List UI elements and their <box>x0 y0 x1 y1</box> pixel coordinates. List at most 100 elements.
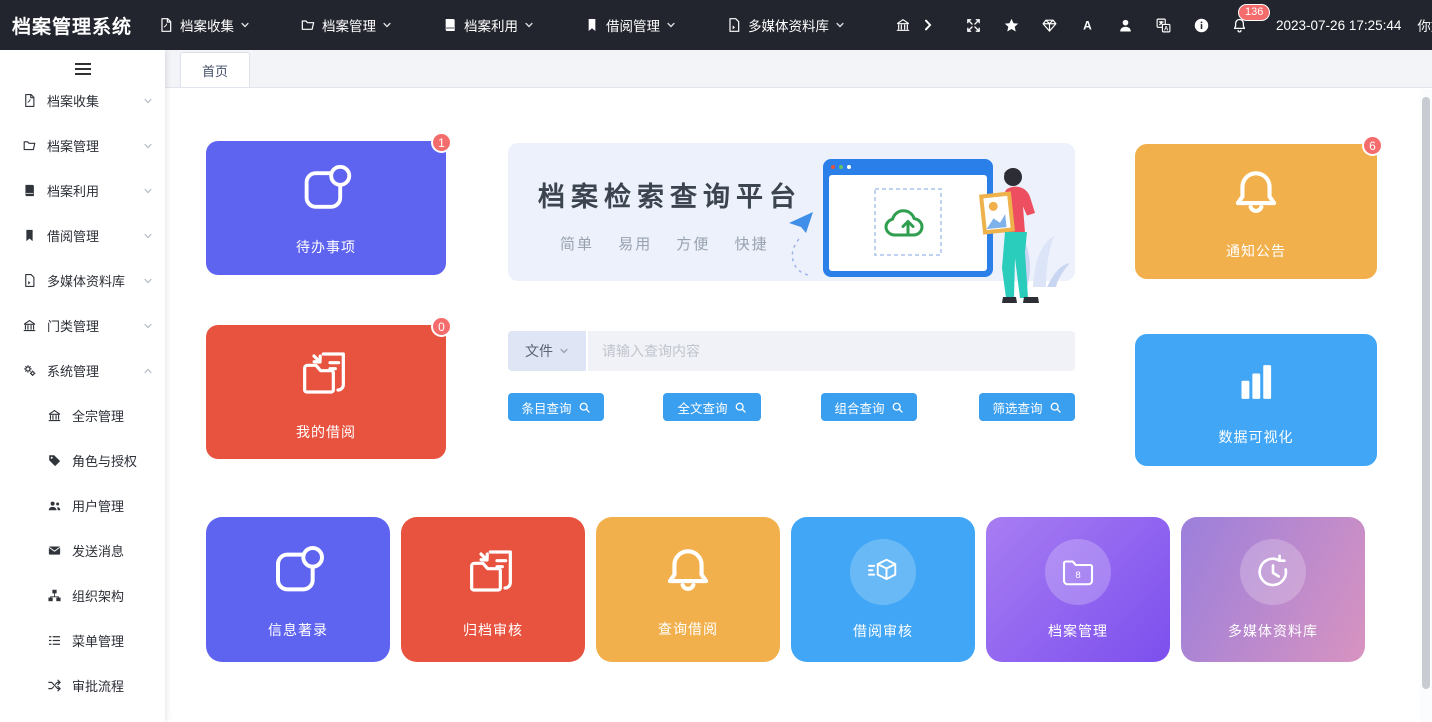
sidebar-item-roles-authorization[interactable]: 角色与授权 <box>0 438 165 483</box>
nav-item-archive-collection[interactable]: 档案收集 <box>158 15 250 35</box>
file-pdf-icon <box>22 93 37 108</box>
chevron-right-icon[interactable] <box>921 18 935 32</box>
shuffle-icon <box>47 678 62 693</box>
book-icon <box>442 17 458 33</box>
nav-item-archive-management[interactable]: 档案管理 <box>300 15 392 35</box>
translate-icon[interactable]: A <box>1155 17 1172 34</box>
sidebar-item-multimedia-library[interactable]: 多媒体资料库 <box>0 258 165 303</box>
hamburger-icon[interactable] <box>74 63 92 75</box>
chevron-down-icon <box>559 346 569 356</box>
sidebar-submenu-system: 全宗管理 角色与授权 用户管理 发送消息 组织架构 菜单管理 <box>0 393 165 708</box>
app-card-query-borrow[interactable]: 查询借阅 <box>596 517 780 662</box>
banner-title: 档案检索查询平台 <box>538 175 802 214</box>
star-icon[interactable] <box>1003 17 1020 34</box>
gem-icon[interactable] <box>1041 17 1058 34</box>
sidebar-item-archive-usage[interactable]: 档案利用 <box>0 168 165 213</box>
navbar-toolbar: A A 136 <box>965 17 1248 34</box>
app-title: 档案管理系统 <box>0 12 132 39</box>
chevron-down-icon <box>524 20 534 30</box>
folder-open-icon <box>300 17 316 33</box>
bookmark-icon <box>22 228 37 243</box>
sidebar-item-organization[interactable]: 组织架构 <box>0 573 165 618</box>
folder-document-icon <box>294 342 358 406</box>
tile-my-borrow[interactable]: 0 我的借阅 <box>206 325 446 459</box>
search-input[interactable] <box>588 331 1075 371</box>
top-menu: 档案收集 档案管理 档案利用 借阅管理 多媒体资料库 门类管理 <box>158 15 915 35</box>
chevron-down-icon <box>666 20 676 30</box>
history-clock-icon <box>1240 539 1306 605</box>
file-media-icon <box>22 273 37 288</box>
search-icon <box>578 401 591 414</box>
bookmark-icon <box>584 17 600 33</box>
book-icon <box>22 183 37 198</box>
bell-icon <box>657 541 719 603</box>
notification-badge: 136 <box>1238 4 1270 21</box>
entry-query-button[interactable]: 条目查询 <box>508 393 604 421</box>
todo-badge: 1 <box>431 132 452 153</box>
chevron-down-icon <box>835 20 845 30</box>
nav-item-archive-usage[interactable]: 档案利用 <box>442 15 534 35</box>
bank-icon <box>47 408 62 423</box>
gears-icon <box>22 363 37 378</box>
sidebar-item-menu-management[interactable]: 菜单管理 <box>0 618 165 663</box>
sidebar-item-approval-flow[interactable]: 审批流程 <box>0 663 165 708</box>
tab-bar: 首页 <box>165 50 1432 88</box>
nav-item-borrow-management[interactable]: 借阅管理 <box>584 15 676 35</box>
chevron-down-icon <box>143 276 153 286</box>
chevron-down-icon <box>143 231 153 241</box>
my-borrow-badge: 0 <box>431 316 452 337</box>
user-icon[interactable] <box>1117 17 1134 34</box>
chevron-down-icon <box>143 141 153 151</box>
search-icon <box>734 401 747 414</box>
fulltext-query-button[interactable]: 全文查询 <box>663 393 761 421</box>
tile-todo[interactable]: 1 待办事项 <box>206 141 446 275</box>
info-icon[interactable] <box>1193 17 1210 34</box>
app-card-archive-review[interactable]: 归档审核 <box>401 517 585 662</box>
chevron-down-icon <box>143 96 153 106</box>
sidebar-item-category-management[interactable]: 门类管理 <box>0 303 165 348</box>
sidebar-item-user-management[interactable]: 用户管理 <box>0 483 165 528</box>
tab-home[interactable]: 首页 <box>180 52 250 87</box>
search-type-select[interactable]: 文件 <box>508 331 586 371</box>
folder-open-icon <box>22 138 37 153</box>
banner-subtitle: 简单 易用 方便 快捷 <box>560 233 789 254</box>
combined-query-button[interactable]: 组合查询 <box>821 393 917 421</box>
bar-chart-icon <box>1227 353 1285 411</box>
folder-document-icon <box>461 540 525 604</box>
tile-notice[interactable]: 6 通知公告 <box>1135 144 1377 279</box>
envelope-icon <box>47 543 62 558</box>
sidebar-item-fonds-management[interactable]: 全宗管理 <box>0 393 165 438</box>
app-card-info-entry[interactable]: 信息著录 <box>206 517 390 662</box>
sidebar-item-send-message[interactable]: 发送消息 <box>0 528 165 573</box>
sidebar-item-system-management[interactable]: 系统管理 <box>0 348 165 393</box>
app-card-archive-management[interactable]: 8 档案管理 <box>986 517 1170 662</box>
file-pdf-icon <box>158 17 174 33</box>
users-icon <box>47 498 62 513</box>
filter-query-button[interactable]: 筛选查询 <box>979 393 1075 421</box>
bell-icon[interactable]: 136 <box>1231 17 1248 34</box>
fullscreen-icon[interactable] <box>965 17 982 34</box>
user-greeting: 你好 杨标 <box>1417 15 1432 35</box>
notice-badge: 6 <box>1362 135 1383 156</box>
sidebar-item-borrow-management[interactable]: 借阅管理 <box>0 213 165 258</box>
nav-item-category-management[interactable]: 门类管理 <box>895 15 915 35</box>
datetime: 2023-07-26 17:25:44 <box>1276 18 1401 33</box>
chevron-down-icon <box>143 186 153 196</box>
svg-text:A: A <box>1164 26 1169 32</box>
bell-icon <box>1225 163 1287 225</box>
folder-lock-icon: 8 <box>1045 539 1111 605</box>
vertical-scrollbar[interactable] <box>1420 89 1432 722</box>
sidebar-item-archive-management[interactable]: 档案管理 <box>0 123 165 168</box>
nav-item-multimedia-library[interactable]: 多媒体资料库 <box>726 15 845 35</box>
app-card-borrow-review[interactable]: 借阅审核 <box>791 517 975 662</box>
scan-photo-icon <box>266 540 330 604</box>
app-card-multimedia-library[interactable]: 多媒体资料库 <box>1181 517 1365 662</box>
font-size-icon[interactable]: A <box>1079 17 1096 34</box>
scrollbar-thumb[interactable] <box>1422 97 1430 689</box>
banner-illustration <box>775 147 1075 315</box>
sidebar-item-archive-collection[interactable]: 档案收集 <box>0 78 165 123</box>
search-icon <box>891 401 904 414</box>
list-icon <box>47 633 62 648</box>
tile-data-visualization[interactable]: 数据可视化 <box>1135 334 1377 466</box>
tag-icon <box>47 453 62 468</box>
